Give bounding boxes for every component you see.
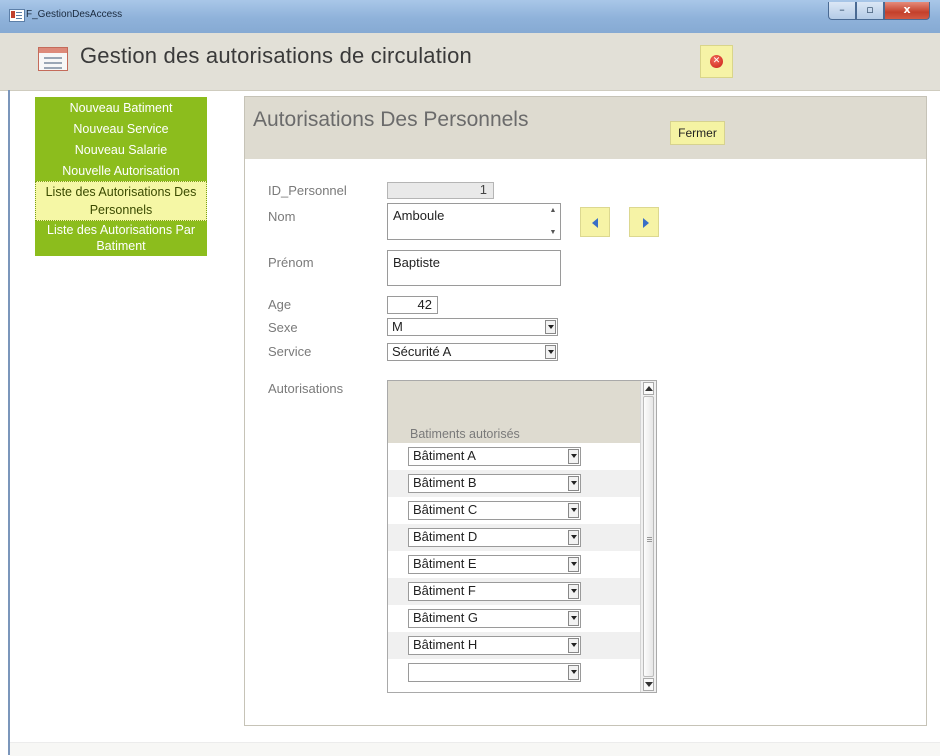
window-close-button[interactable]: x (884, 2, 930, 20)
list-item: Bâtiment C (388, 497, 641, 524)
batiment-select[interactable]: Bâtiment C (408, 501, 581, 520)
nav-nouveau-batiment[interactable]: Nouveau Batiment (35, 97, 207, 118)
batiment-value: Bâtiment G (413, 610, 479, 625)
batiment-value: Bâtiment E (413, 556, 477, 571)
scroll-down-icon[interactable] (643, 678, 654, 691)
batiment-value: Bâtiment B (413, 475, 477, 490)
batiment-select[interactable]: Bâtiment A (408, 447, 581, 466)
chevron-down-icon[interactable] (568, 503, 579, 518)
batiment-value: Bâtiment A (413, 448, 476, 463)
sexe-select[interactable]: M (387, 318, 558, 336)
fermer-button[interactable]: Fermer (670, 121, 725, 145)
subform-title: Autorisations Des Personnels (253, 108, 529, 131)
nav-item-label: Liste des Autorisations Par Batiment (47, 223, 195, 253)
label-nom: Nom (268, 209, 296, 224)
batiment-value: Bâtiment C (413, 502, 478, 517)
batiment-select[interactable]: Bâtiment E (408, 555, 581, 574)
sidebar-nav: Nouveau Batiment Nouveau Service Nouveau… (35, 97, 207, 256)
subform-header: Autorisations Des Personnels Fermer (245, 97, 926, 159)
service-value: Sécurité A (392, 344, 452, 359)
id-personnel-field: 1 (387, 182, 494, 199)
close-circle-icon: ✕ (710, 55, 723, 68)
age-field[interactable]: 42 (387, 296, 438, 314)
nav-nouveau-salarie[interactable]: Nouveau Salarie (35, 139, 207, 160)
scroll-down-icon[interactable]: ▼ (548, 229, 558, 236)
form-app-icon (9, 9, 25, 22)
page-title: Gestion des autorisations de circulation (80, 43, 472, 68)
label-id-personnel: ID_Personnel (268, 183, 347, 198)
column-header-batiments: Batiments autorisés (410, 427, 520, 441)
batiment-select[interactable]: Bâtiment G (408, 609, 581, 628)
prenom-field[interactable]: Baptiste (387, 250, 561, 286)
window-controls: – ▫ x (828, 2, 930, 20)
chevron-down-icon[interactable] (568, 611, 579, 626)
nom-value: Amboule (393, 208, 445, 223)
next-record-button[interactable] (629, 207, 659, 237)
label-prenom: Prénom (268, 255, 314, 270)
list-item: Bâtiment H (388, 632, 641, 659)
chevron-down-icon[interactable] (545, 345, 556, 359)
left-divider (8, 90, 10, 755)
batiment-value: Bâtiment D (413, 529, 478, 544)
status-strip (10, 742, 940, 756)
chevron-down-icon[interactable] (568, 449, 579, 464)
previous-record-button[interactable] (580, 207, 610, 237)
subform-personnels: Autorisations Des Personnels Fermer ID_P… (244, 96, 927, 726)
batiment-select-new[interactable] (408, 663, 581, 682)
batiment-select[interactable]: Bâtiment D (408, 528, 581, 547)
autorisations-subform: Batiments autorisés Bâtiment A Bâtiment … (387, 380, 657, 693)
list-item: Bâtiment G (388, 605, 641, 632)
list-item-new (388, 659, 641, 686)
list-item: Bâtiment D (388, 524, 641, 551)
chevron-down-icon[interactable] (568, 476, 579, 491)
vertical-scrollbar[interactable] (640, 381, 656, 692)
list-item: Bâtiment B (388, 470, 641, 497)
list-item: Bâtiment A (388, 443, 641, 470)
chevron-down-icon[interactable] (568, 584, 579, 599)
label-sexe: Sexe (268, 320, 298, 335)
nav-liste-autorisations-batiment[interactable]: Liste des Autorisations Par Batiment (35, 221, 207, 256)
batiment-value: Bâtiment F (413, 583, 476, 598)
nav-nouvelle-autorisation[interactable]: Nouvelle Autorisation (35, 160, 207, 181)
chevron-down-icon[interactable] (568, 557, 579, 572)
label-age: Age (268, 297, 292, 312)
nav-nouveau-service[interactable]: Nouveau Service (35, 118, 207, 139)
chevron-down-icon[interactable] (568, 665, 579, 680)
autorisations-header: Batiments autorisés (388, 381, 641, 443)
batiment-select[interactable]: Bâtiment B (408, 474, 581, 493)
list-item: Bâtiment E (388, 551, 641, 578)
service-select[interactable]: Sécurité A (387, 343, 558, 361)
chevron-down-icon[interactable] (545, 320, 556, 334)
batiment-select[interactable]: Bâtiment H (408, 636, 581, 655)
scroll-thumb[interactable] (643, 396, 654, 677)
label-autorisations: Autorisations (268, 381, 344, 396)
form-header: Gestion des autorisations de circulation… (0, 33, 940, 91)
batiment-value: Bâtiment H (413, 637, 478, 652)
sexe-value: M (392, 319, 403, 334)
window-titlebar: F_GestionDesAccess – ▫ x (0, 0, 940, 34)
list-item: Bâtiment F (388, 578, 641, 605)
nav-liste-autorisations-personnels[interactable]: Liste des Autorisations Des Personnels (35, 181, 207, 221)
batiment-select[interactable]: Bâtiment F (408, 582, 581, 601)
chevron-left-icon (592, 218, 598, 228)
maximize-button[interactable]: ▫ (856, 2, 884, 20)
nom-field[interactable]: Amboule ▲ ▼ (387, 203, 561, 240)
grip-icon (647, 537, 652, 538)
scroll-up-icon[interactable]: ▲ (548, 207, 558, 214)
form-icon (38, 47, 68, 71)
nav-item-label: Liste des Autorisations Des Personnels (45, 185, 197, 217)
chevron-right-icon (643, 218, 649, 228)
label-service: Service (268, 344, 312, 359)
minimize-button[interactable]: – (828, 2, 856, 20)
window-title: F_GestionDesAccess (26, 9, 123, 20)
chevron-down-icon[interactable] (568, 530, 579, 545)
chevron-down-icon[interactable] (568, 638, 579, 653)
scroll-up-icon[interactable] (643, 382, 654, 395)
header-close-button[interactable]: ✕ (700, 45, 733, 78)
